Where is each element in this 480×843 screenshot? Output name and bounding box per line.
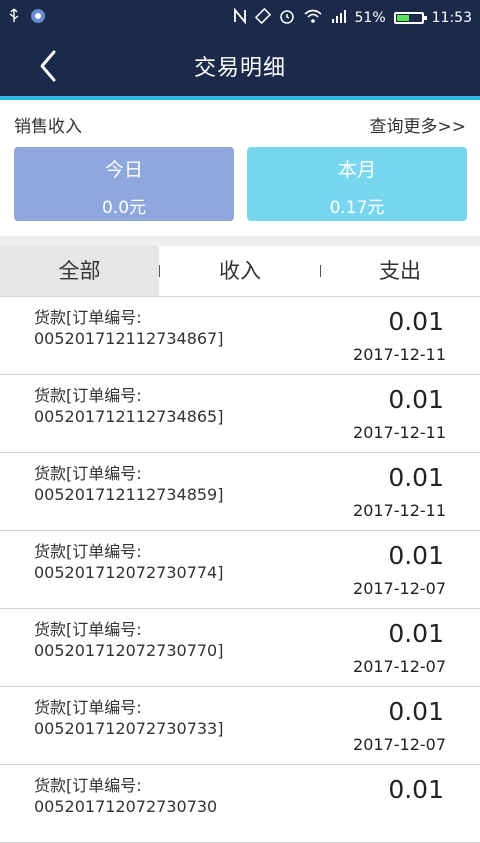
transaction-description: 货款[订单编号: 005201712072730733] (34, 697, 304, 739)
today-value: 0.0元 (101, 198, 147, 218)
transaction-amount: 0.01 (388, 541, 444, 570)
desc-line: 货款[订单编号: (34, 698, 142, 717)
status-bar: 51% 11:53 (0, 0, 480, 34)
transaction-description: 货款[订单编号: 005201712112734867] (34, 307, 304, 349)
transaction-description: 货款[订单编号: 005201712072730774] (34, 541, 304, 583)
transaction-description: 货款[订单编号: 005201712072730730 (34, 775, 304, 817)
app-notification-icon (30, 8, 46, 28)
desc-line: 货款[订单编号: (34, 542, 142, 561)
transaction-list: 货款[订单编号: 005201712112734867] 0.01 2017-12… (0, 297, 480, 843)
page-title: 交易明细 (193, 56, 286, 81)
order-number: 005201712112734867] (34, 329, 224, 348)
title-bar: 交易明细 (0, 34, 480, 96)
tab-income[interactable]: 收入 (160, 246, 320, 296)
desc-line: 货款[订单编号: (34, 620, 142, 639)
transaction-date: 2017-12-11 (353, 345, 446, 364)
order-number: 005201712072730733] (34, 719, 224, 738)
transaction-amount: 0.01 (388, 697, 444, 726)
transaction-row[interactable]: 货款[订单编号: 005201712072730730 0.01 (0, 765, 480, 843)
desc-line: 货款[订单编号: (34, 776, 142, 795)
nfc-icon (233, 7, 247, 28)
battery-level (396, 15, 409, 21)
sales-summary: 销售收入 查询更多>> 今日 0.0元 本月 0.17元 (0, 100, 480, 236)
transaction-description: 货款[订单编号: 005201712112734859] (34, 463, 304, 505)
sales-income-label: 销售收入 (14, 117, 82, 137)
query-more-link[interactable]: 查询更多>> (370, 112, 467, 137)
wifi-icon (303, 8, 323, 28)
desc-line: 货款[订单编号: (34, 464, 142, 483)
desc-line: 货款[订单编号: (34, 386, 142, 405)
transaction-amount: 0.01 (388, 385, 444, 414)
order-number: 005201712112734865] (34, 407, 224, 426)
rotation-icon (254, 7, 271, 28)
transaction-date: 2017-12-07 (353, 657, 446, 676)
transaction-description: 货款[订单编号: 005201712112734865] (34, 385, 304, 427)
transaction-date: 2017-12-11 (353, 423, 446, 442)
tab-all[interactable]: 全部 (0, 246, 159, 296)
transaction-description: 货款[订单编号: 005201712072730770] (34, 619, 304, 661)
desc-line: 货款[订单编号: (34, 308, 142, 327)
transaction-date: 2017-12-07 (353, 579, 446, 598)
month-card[interactable]: 本月 0.17元 (247, 147, 467, 221)
signal-icon (331, 8, 347, 28)
transaction-row[interactable]: 货款[订单编号: 005201712112734867] 0.01 2017-12… (0, 297, 480, 375)
status-right: 51% 11:53 (233, 7, 472, 28)
transaction-row[interactable]: 货款[订单编号: 005201712072730770] 0.01 2017-12… (0, 609, 480, 687)
battery-percent: 51% (354, 10, 386, 26)
today-card[interactable]: 今日 0.0元 (14, 147, 234, 221)
month-label: 本月 (337, 159, 376, 181)
section-divider (0, 236, 480, 246)
transaction-row[interactable]: 货款[订单编号: 005201712072730774] 0.01 2017-12… (0, 531, 480, 609)
transaction-row[interactable]: 货款[订单编号: 005201712112734865] 0.01 2017-12… (0, 375, 480, 453)
alarm-icon (279, 8, 295, 28)
transaction-row[interactable]: 货款[订单编号: 005201712072730733] 0.01 2017-12… (0, 687, 480, 765)
order-number: 005201712112734859] (34, 485, 224, 504)
transaction-row[interactable]: 货款[订单编号: 005201712112734859] 0.01 2017-12… (0, 453, 480, 531)
transaction-amount: 0.01 (388, 463, 444, 492)
order-number: 005201712072730774] (34, 563, 224, 582)
usb-icon (8, 8, 20, 28)
filter-tabs: 全部 收入 支出 (0, 246, 480, 297)
order-number: 005201712072730730 (34, 797, 218, 816)
battery-icon (393, 12, 427, 24)
transaction-date: 2017-12-11 (353, 501, 446, 520)
order-number: 005201712072730770] (34, 641, 224, 660)
month-value: 0.17元 (329, 198, 385, 218)
transaction-date: 2017-12-07 (353, 735, 446, 754)
status-time: 11:53 (431, 10, 472, 26)
transaction-amount: 0.01 (388, 619, 444, 648)
transaction-amount: 0.01 (388, 307, 444, 336)
today-label: 今日 (104, 159, 143, 181)
tab-expense[interactable]: 支出 (320, 246, 480, 296)
status-left (8, 8, 46, 28)
